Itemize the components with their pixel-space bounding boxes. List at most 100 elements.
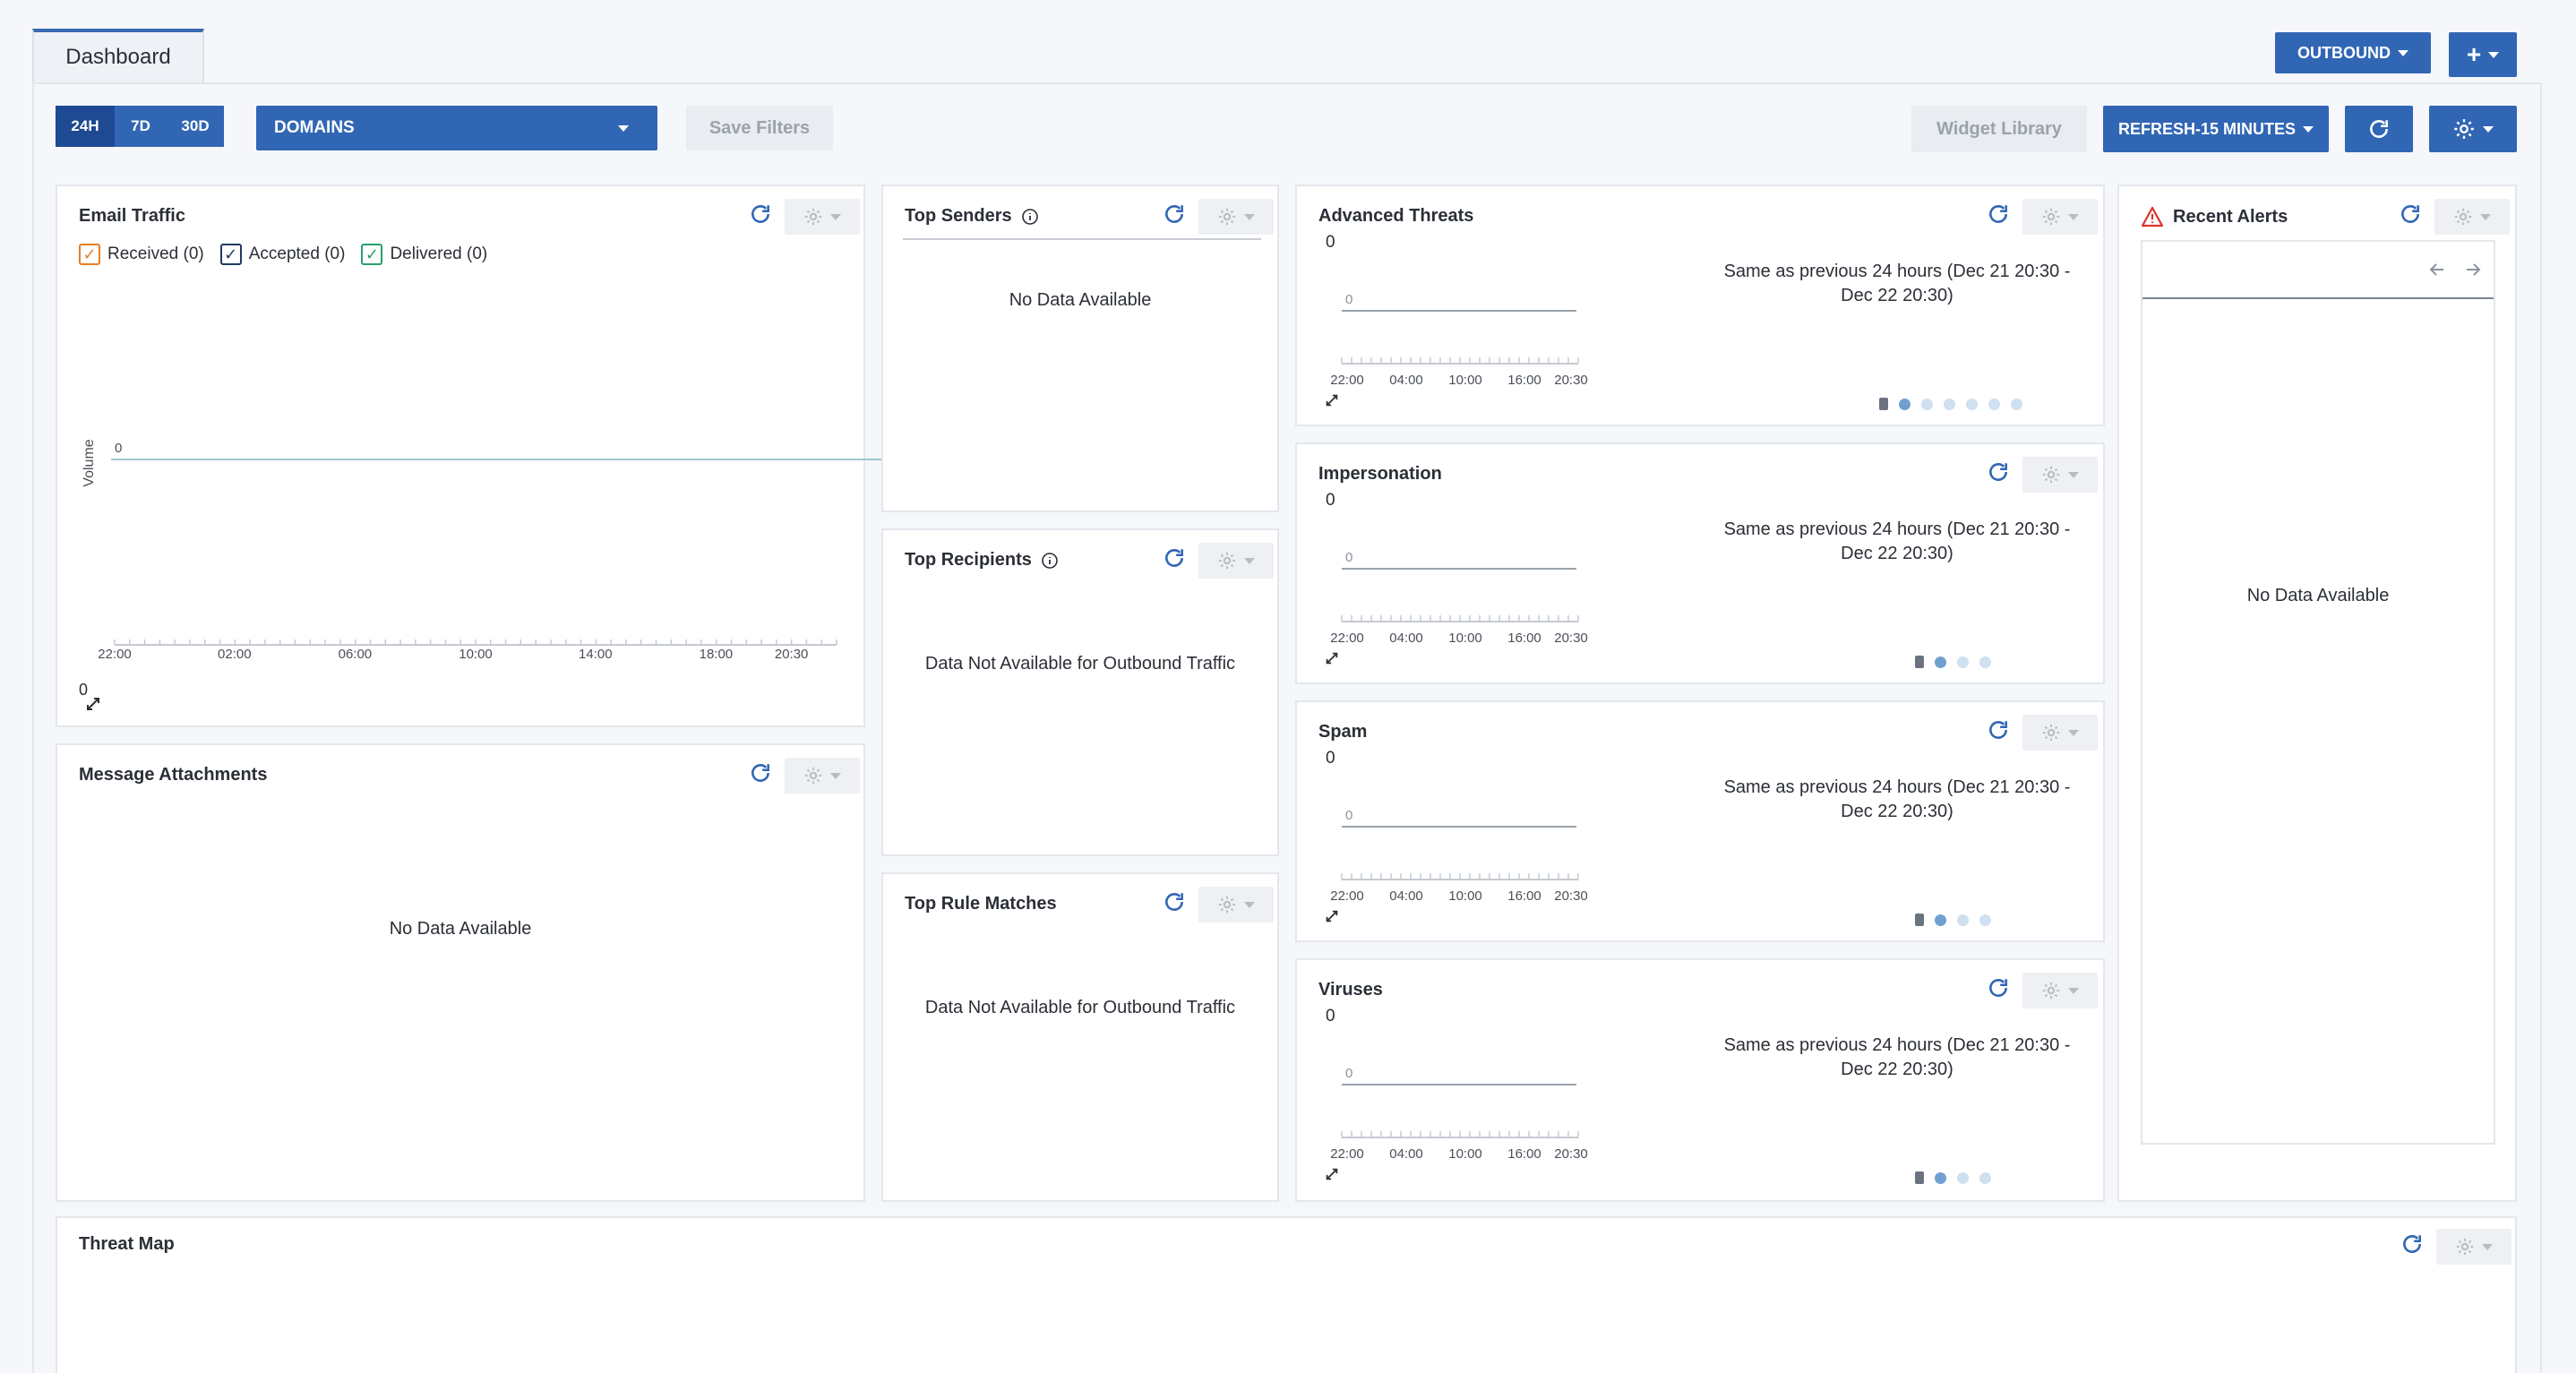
refresh-icon[interactable]	[1163, 890, 1186, 914]
carousel-dot[interactable]	[1979, 914, 1991, 926]
panel-settings-button[interactable]	[2436, 1229, 2512, 1265]
carousel-dot[interactable]	[2011, 398, 2022, 410]
info-icon[interactable]	[1041, 552, 1059, 570]
panel-title: Impersonation	[1318, 464, 1442, 484]
warning-icon	[2141, 206, 2164, 227]
carousel-dot[interactable]	[1935, 914, 1946, 926]
expand-icon[interactable]	[1324, 650, 1340, 666]
range-30d[interactable]: 30D	[167, 106, 224, 147]
refresh-icon[interactable]	[2400, 1232, 2424, 1256]
zero-tick-label: 0	[1345, 808, 1353, 823]
add-widget-button[interactable]: +	[2449, 32, 2517, 77]
pause-icon[interactable]	[1915, 1171, 1924, 1184]
x-tick-label: 04:00	[1389, 631, 1423, 646]
carousel-dot[interactable]	[1979, 1171, 1991, 1184]
carousel-dot[interactable]	[1979, 656, 1991, 668]
zero-tick-label: 0	[1345, 1066, 1353, 1081]
legend-received[interactable]: ✓ Received (0)	[79, 244, 204, 265]
x-tick-label: 02:00	[218, 647, 252, 662]
tab-dashboard[interactable]: Dashboard	[32, 29, 204, 82]
panel-settings-button[interactable]	[1198, 199, 1274, 235]
panel-title: Top Rule Matches	[905, 894, 1057, 914]
refresh-icon[interactable]	[1987, 718, 2010, 742]
gear-icon	[2042, 982, 2060, 1000]
x-tick-label: 20:30	[1554, 1146, 1588, 1162]
refresh-icon[interactable]	[1987, 202, 2010, 226]
carousel-dot[interactable]	[1966, 398, 1978, 410]
x-tick-label: 04:00	[1389, 888, 1423, 904]
panel-settings-button[interactable]	[2022, 457, 2098, 493]
carousel-dot[interactable]	[1899, 398, 1911, 410]
arrow-right-icon[interactable]	[2463, 260, 2483, 279]
gear-icon	[2042, 466, 2060, 484]
dashboard-settings-button[interactable]	[2429, 106, 2517, 152]
refresh-all-button[interactable]	[2345, 106, 2413, 152]
carousel-dot[interactable]	[1988, 398, 2000, 410]
panel-title: Email Traffic	[79, 206, 185, 226]
sparkline-baseline	[1342, 826, 1576, 828]
gear-icon	[2042, 724, 2060, 742]
panel-settings-button[interactable]	[2022, 199, 2098, 235]
legend-delivered[interactable]: ✓ Delivered (0)	[361, 244, 487, 265]
threat-count: 0	[1326, 1007, 1335, 1025]
chevron-down-icon	[2068, 729, 2079, 736]
refresh-icon[interactable]	[2399, 202, 2422, 226]
panel-settings-button[interactable]	[2434, 199, 2510, 235]
zero-tick-label: 0	[1345, 292, 1353, 307]
save-filters-button[interactable]: Save Filters	[686, 106, 833, 150]
domains-dropdown[interactable]: DOMAINS	[256, 106, 657, 150]
refresh-icon[interactable]	[749, 761, 772, 785]
threat-count: 0	[1326, 233, 1335, 252]
x-tick-label: 10:00	[459, 647, 493, 662]
range-7d[interactable]: 7D	[115, 106, 167, 147]
pause-icon[interactable]	[1915, 656, 1924, 668]
info-icon[interactable]	[1021, 208, 1039, 226]
expand-icon[interactable]	[1324, 908, 1340, 924]
refresh-icon[interactable]	[1987, 460, 2010, 484]
chevron-down-icon	[2068, 213, 2079, 220]
chevron-down-icon	[830, 213, 841, 220]
chevron-down-icon	[2483, 125, 2494, 133]
arrow-left-icon[interactable]	[2427, 260, 2447, 279]
refresh-icon[interactable]	[1163, 546, 1186, 570]
carousel-dot[interactable]	[1921, 398, 1933, 410]
widget-library-button[interactable]: Widget Library	[1911, 106, 2087, 152]
carousel-pager	[1879, 398, 2022, 410]
refresh-icon[interactable]	[749, 202, 772, 226]
divider	[903, 238, 1261, 240]
legend-accepted[interactable]: ✓ Accepted (0)	[219, 244, 345, 265]
panel-title: Message Attachments	[79, 765, 268, 785]
carousel-dot[interactable]	[1944, 398, 1955, 410]
refresh-icon[interactable]	[1163, 202, 1186, 226]
panel-settings-button[interactable]	[1198, 543, 1274, 579]
expand-icon[interactable]	[84, 695, 102, 713]
carousel-dot[interactable]	[1935, 656, 1946, 668]
panel-settings-button[interactable]	[2022, 973, 2098, 1008]
refresh-interval-dropdown[interactable]: REFRESH-15 MINUTES	[2103, 106, 2329, 152]
expand-icon[interactable]	[1324, 392, 1340, 408]
panel-settings-button[interactable]	[785, 199, 860, 235]
divider	[2142, 297, 2494, 299]
domains-label: DOMAINS	[274, 118, 355, 137]
range-24h[interactable]: 24H	[56, 106, 115, 147]
carousel-dot[interactable]	[1935, 1171, 1946, 1184]
refresh-icon[interactable]	[1987, 976, 2010, 1000]
panel-settings-button[interactable]	[2022, 715, 2098, 751]
panel-title-row: Top Senders	[905, 206, 1039, 227]
x-tick-label: 06:00	[338, 647, 373, 662]
top-senders-panel: Top Senders No Data Available	[881, 184, 1279, 512]
carousel-dot[interactable]	[1957, 1171, 1969, 1184]
gear-icon	[804, 767, 822, 785]
panel-title: Top Senders	[905, 206, 1012, 226]
direction-dropdown[interactable]: OUTBOUND	[2275, 32, 2431, 73]
chevron-down-icon	[618, 124, 629, 132]
carousel-dot[interactable]	[1957, 914, 1969, 926]
pause-icon[interactable]	[1879, 398, 1888, 410]
pause-icon[interactable]	[1915, 914, 1924, 926]
expand-icon[interactable]	[1324, 1166, 1340, 1182]
carousel-dot[interactable]	[1957, 656, 1969, 668]
panel-settings-button[interactable]	[1198, 887, 1274, 922]
chevron-down-icon	[2068, 987, 2079, 994]
x-tick-label: 04:00	[1389, 373, 1423, 388]
panel-settings-button[interactable]	[785, 758, 860, 794]
